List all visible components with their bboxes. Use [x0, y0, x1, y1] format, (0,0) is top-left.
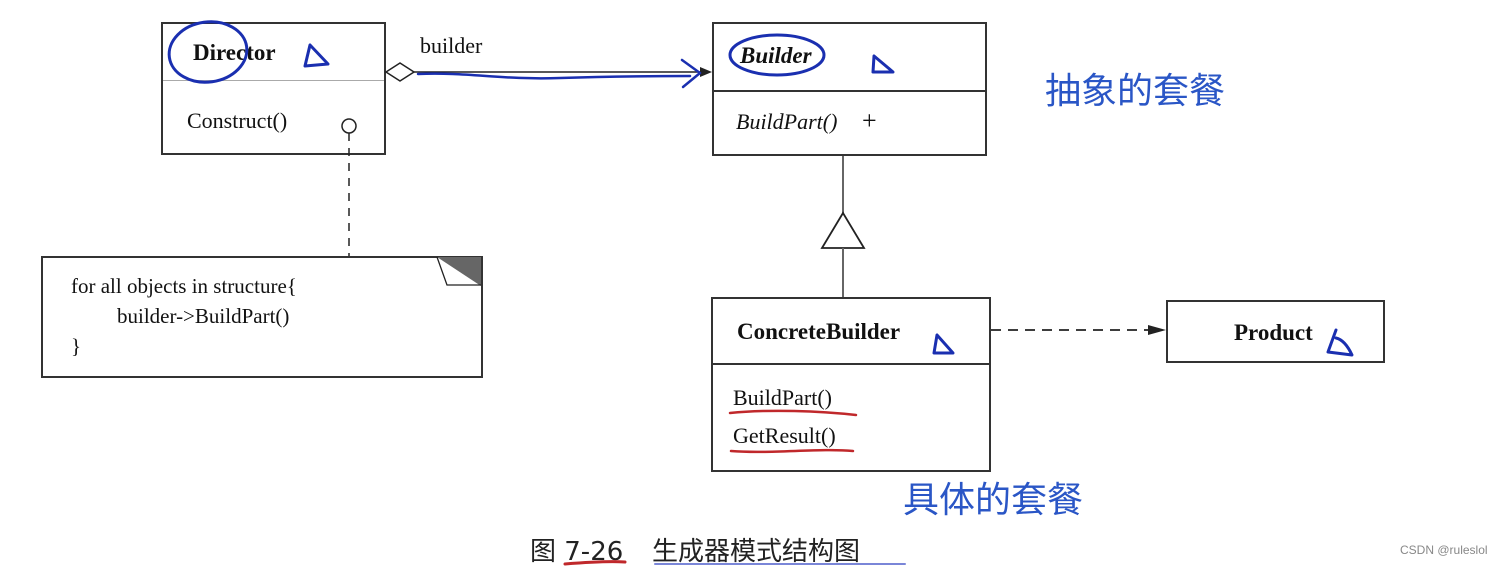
caption-red-underline-mark [563, 560, 627, 566]
product-delta-mark-icon [1326, 328, 1354, 357]
getresult-underline-mark [729, 448, 855, 454]
builder-circle-mark [728, 33, 826, 77]
pen-annotations [167, 20, 1354, 566]
director-delta-mark-icon [303, 43, 330, 68]
aggregation-underline-mark [416, 72, 692, 80]
buildpart-underline-mark [728, 409, 858, 417]
dependency-arrowhead-icon [1148, 325, 1166, 335]
aggregation-arrow-mark-icon [680, 58, 702, 89]
aggregation-arrowhead-icon [700, 67, 712, 77]
director-circle-mark [167, 20, 249, 84]
dependency-connector [991, 325, 1166, 335]
connectors-layer [167, 20, 1354, 566]
note-fold-corner-icon [436, 256, 481, 286]
concrete-builder-delta-mark-icon [932, 333, 955, 355]
generalization-triangle-icon [820, 211, 866, 249]
note-link-connector [341, 118, 357, 256]
generalization-connector [820, 156, 866, 297]
builder-delta-mark-icon [871, 54, 895, 74]
note-anchor-circle-icon [341, 118, 357, 134]
aggregation-diamond-icon [384, 62, 416, 82]
